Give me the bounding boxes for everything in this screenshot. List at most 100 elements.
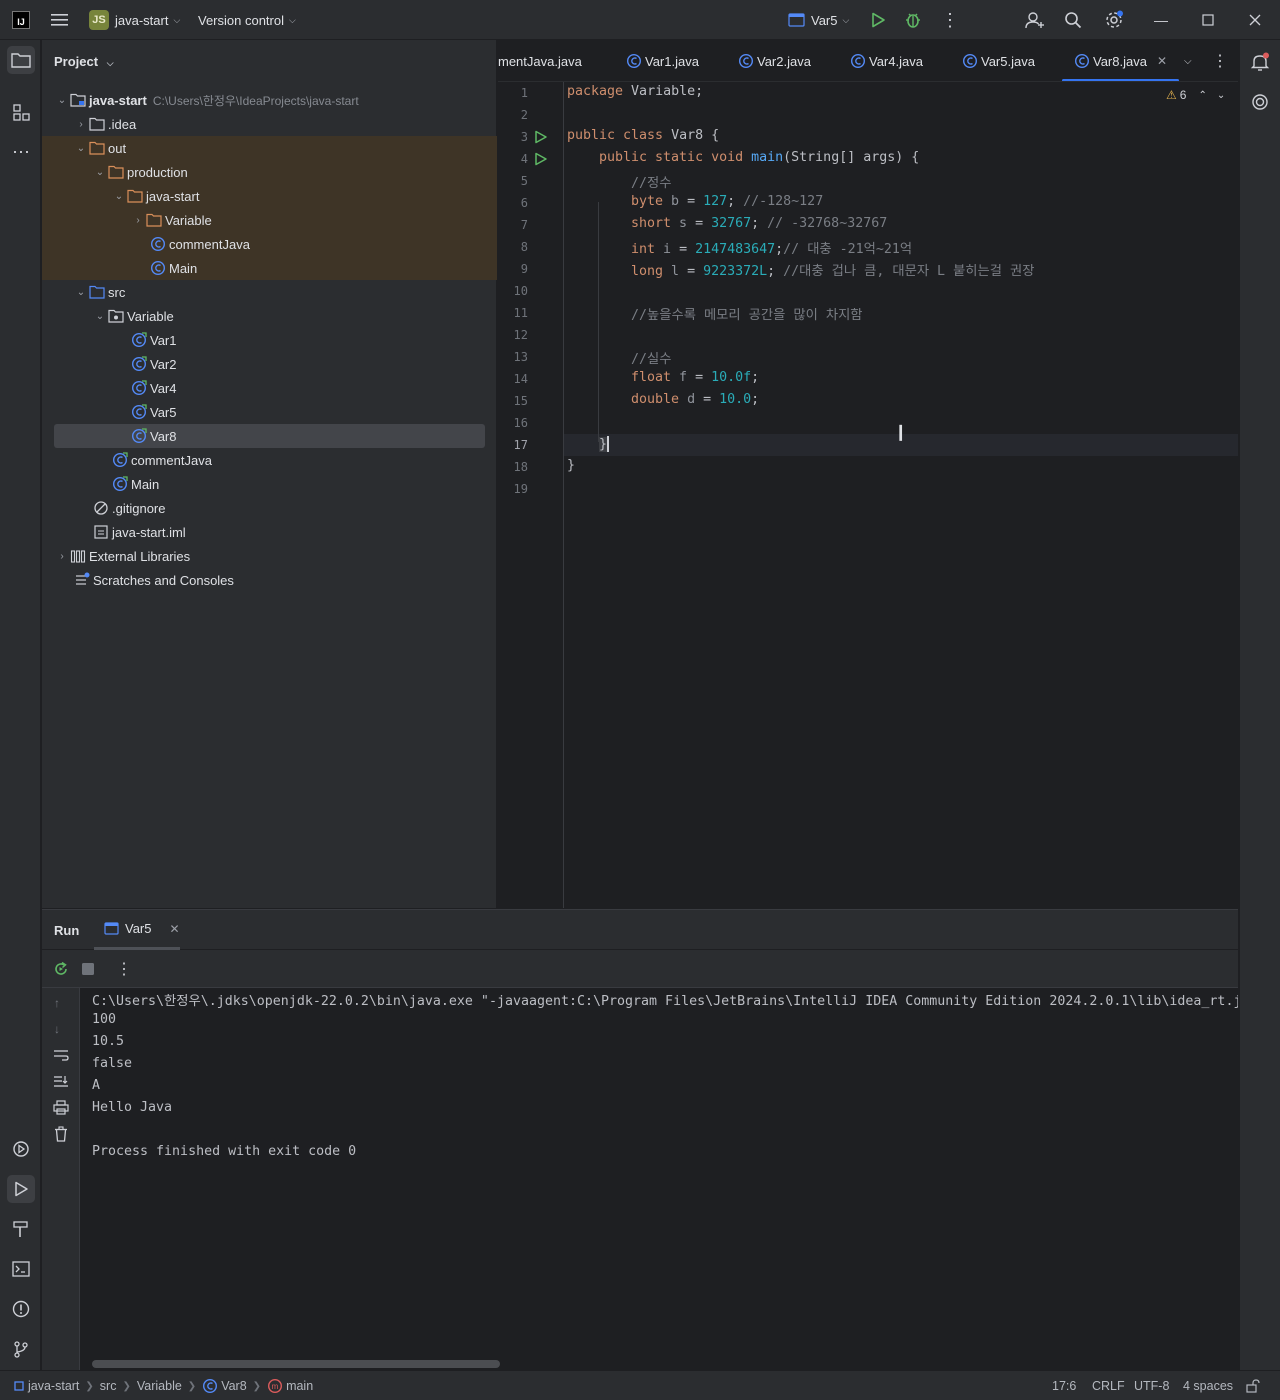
run-config-selector[interactable]: Var5 ⌵ xyxy=(788,0,849,40)
notifications-button[interactable] xyxy=(1246,48,1274,76)
project-tool-button[interactable] xyxy=(7,46,35,74)
terminal-tool-button[interactable] xyxy=(7,1255,35,1283)
run-button[interactable] xyxy=(870,0,886,40)
run-tab-var5[interactable]: Var5 ✕ xyxy=(94,910,180,950)
code-token: long xyxy=(631,264,664,279)
code-line[interactable]: int i = 2147483647;// 대충 -21억~21억 xyxy=(631,238,912,257)
previous-highlight-icon[interactable]: ⌃ xyxy=(1198,90,1206,101)
code-line[interactable]: public class Var8 { xyxy=(567,128,719,143)
code-line[interactable]: long l = 9223372L; //대충 겁나 큼, 대문자 L 붙히는걸… xyxy=(631,260,1034,279)
tree-item-variable-out[interactable]: › Variable xyxy=(42,208,497,232)
problems-tool-button[interactable] xyxy=(7,1295,35,1323)
tree-item-commentjava-out[interactable]: commentJava xyxy=(42,232,497,256)
vcs-menu[interactable]: Version control ⌵ xyxy=(198,0,296,40)
scroll-to-end-button[interactable] xyxy=(53,1074,69,1088)
add-user-button[interactable] xyxy=(1025,0,1045,40)
tree-item-external-libraries[interactable]: › External Libraries xyxy=(42,544,497,568)
tree-item-scratches[interactable]: Scratches and Consoles xyxy=(42,568,497,592)
tree-item-var1[interactable]: Var1 xyxy=(42,328,497,352)
structure-tool-button[interactable] xyxy=(7,98,35,126)
tab-list-dropdown[interactable]: ⌵ xyxy=(1184,40,1192,81)
tree-item-main[interactable]: Main xyxy=(42,472,497,496)
code-line[interactable]: //실수 xyxy=(631,348,671,367)
run-main-gutter-icon[interactable] xyxy=(534,152,548,166)
tab-var5[interactable]: Var5.java xyxy=(962,40,1035,81)
tree-item-commentjava[interactable]: commentJava xyxy=(42,448,497,472)
more-options-icon[interactable]: ⋮ xyxy=(116,959,132,979)
next-highlight-icon[interactable]: ⌄ xyxy=(1217,90,1225,101)
more-tools-icon[interactable]: ⋯ xyxy=(7,138,35,166)
line-number: 9 xyxy=(520,262,528,276)
tree-item-src[interactable]: ⌄ src xyxy=(42,280,497,304)
tree-item-var4[interactable]: Var4 xyxy=(42,376,497,400)
tree-item-java-start-out[interactable]: ⌄ java-start xyxy=(42,184,497,208)
code-line[interactable]: package Variable; xyxy=(567,84,703,99)
tree-item-out[interactable]: ⌄ out xyxy=(42,136,497,160)
tree-item-var8[interactable]: Var8 xyxy=(54,424,485,448)
tree-item-main-out[interactable]: Main xyxy=(42,256,497,280)
line-separator[interactable]: CRLF xyxy=(1092,1371,1125,1400)
breadcrumb-item[interactable]: main xyxy=(286,1379,313,1393)
close-window-button[interactable] xyxy=(1232,0,1278,40)
ai-assistant-button[interactable] xyxy=(1246,88,1274,116)
stop-button[interactable] xyxy=(82,963,94,975)
code-line[interactable]: double d = 10.0; xyxy=(631,392,759,407)
clear-console-button[interactable] xyxy=(53,1126,69,1142)
tab-more-icon[interactable]: ⋮ xyxy=(1212,40,1228,81)
run-class-gutter-icon[interactable] xyxy=(534,130,548,144)
run-config-name: Var5 xyxy=(811,12,838,28)
close-tab-icon[interactable]: ✕ xyxy=(1157,54,1167,68)
code-line[interactable]: } xyxy=(567,458,575,473)
code-line[interactable]: public static void main(String[] args) { xyxy=(599,150,919,165)
maximize-button[interactable] xyxy=(1185,0,1231,40)
file-encoding[interactable]: UTF-8 xyxy=(1134,1371,1169,1400)
debug-button[interactable] xyxy=(904,0,922,40)
more-actions-icon[interactable]: ⋮ xyxy=(941,0,959,40)
search-button[interactable] xyxy=(1064,0,1082,40)
tree-item-var5[interactable]: Var5 xyxy=(42,400,497,424)
soft-wrap-button[interactable] xyxy=(53,1048,69,1062)
indent-setting[interactable]: 4 spaces xyxy=(1183,1371,1233,1400)
code-line[interactable]: float f = 10.0f; xyxy=(631,370,759,385)
tree-item-gitignore[interactable]: .gitignore xyxy=(42,496,497,520)
tree-item-production[interactable]: ⌄ production xyxy=(42,160,497,184)
build-tool-button[interactable] xyxy=(7,1215,35,1243)
breadcrumb-item[interactable]: Variable xyxy=(137,1379,182,1393)
close-tab-icon[interactable]: ✕ xyxy=(170,922,180,936)
services-tool-button[interactable] xyxy=(7,1135,35,1163)
git-tool-button[interactable] xyxy=(7,1335,35,1363)
tab-var8[interactable]: Var8.java ✕ xyxy=(1062,40,1180,81)
print-button[interactable] xyxy=(53,1100,69,1115)
project-switcher[interactable]: JS java-start ⌵ xyxy=(89,0,180,40)
app-logo[interactable]: IJ xyxy=(12,0,30,40)
tree-item-root[interactable]: ⌄ java-start C:\Users\한정우\IdeaProjects\j… xyxy=(42,88,497,112)
breadcrumb-item[interactable]: Var8 xyxy=(221,1379,246,1393)
run-tool-button[interactable] xyxy=(7,1175,35,1203)
rerun-button[interactable] xyxy=(53,961,69,977)
caret-position[interactable]: 17:6 xyxy=(1052,1371,1076,1400)
breadcrumb-item[interactable]: src xyxy=(100,1379,117,1393)
tree-item-variable-src[interactable]: ⌄ Variable xyxy=(42,304,497,328)
scroll-up-icon[interactable]: ↑ xyxy=(54,996,60,1010)
tab-var4[interactable]: Var4.java xyxy=(850,40,923,81)
inspection-widget[interactable]: ⚠ 6 ⌃ ⌄ xyxy=(1166,88,1225,102)
code-line[interactable]: } xyxy=(599,436,609,452)
project-panel-header[interactable]: Project ⌵ xyxy=(54,54,114,69)
minimize-button[interactable]: — xyxy=(1138,0,1184,40)
settings-button[interactable] xyxy=(1104,0,1124,40)
read-only-toggle[interactable] xyxy=(1246,1371,1260,1400)
breadcrumb-item[interactable]: java-start xyxy=(28,1379,79,1393)
tab-var1[interactable]: Var1.java xyxy=(626,40,699,81)
tree-item-idea[interactable]: › .idea xyxy=(42,112,497,136)
main-menu-button[interactable] xyxy=(50,0,70,40)
tree-item-iml[interactable]: java-start.iml xyxy=(42,520,497,544)
tab-var2[interactable]: Var2.java xyxy=(738,40,811,81)
scroll-down-icon[interactable]: ↓ xyxy=(54,1022,60,1036)
code-line[interactable]: short s = 32767; // -32768~32767 xyxy=(631,216,887,231)
code-line[interactable]: //높을수록 메모리 공간을 많이 차지함 xyxy=(631,304,863,323)
horizontal-scrollbar[interactable] xyxy=(92,1360,500,1368)
code-line[interactable]: //정수 xyxy=(631,172,671,191)
tab-commentjava[interactable]: mentJava.java xyxy=(498,40,582,81)
tree-item-var2[interactable]: Var2 xyxy=(42,352,497,376)
code-line[interactable]: byte b = 127; //-128~127 xyxy=(631,194,823,209)
